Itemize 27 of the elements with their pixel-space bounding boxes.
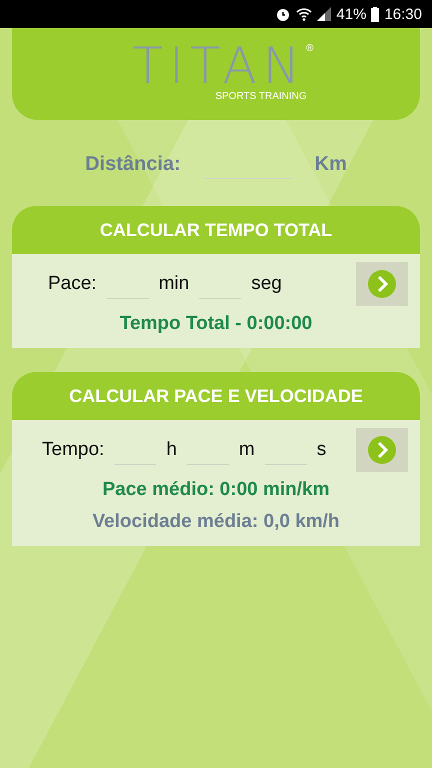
battery-percent: 41% xyxy=(336,6,366,22)
calculate-button[interactable] xyxy=(356,428,408,472)
input-label: Tempo: xyxy=(42,439,104,461)
registered-mark: ® xyxy=(306,42,314,54)
result-text: Velocidade média: 0,0 km/h xyxy=(92,510,340,534)
result-text: Pace médio: 0:00 min/km xyxy=(102,478,330,502)
distance-label: Distância: xyxy=(85,152,181,176)
unit-label: min xyxy=(158,273,190,295)
unit-label: s xyxy=(316,439,326,461)
chevron-right-icon xyxy=(368,436,396,464)
calculate-button[interactable] xyxy=(356,262,408,306)
result-text: Tempo Total - 0:00:00 xyxy=(120,312,312,336)
unit-label: h xyxy=(166,439,177,461)
wifi-icon xyxy=(296,6,312,22)
unit-label: seg xyxy=(251,273,282,295)
clock-time: 16:30 xyxy=(384,6,422,22)
card-title: CALCULAR TEMPO TOTAL xyxy=(12,206,420,254)
chevron-right-icon xyxy=(368,270,396,298)
battery-icon xyxy=(371,6,380,22)
alarm-icon xyxy=(275,6,292,22)
logo-title: TITAN xyxy=(132,42,306,88)
card-title: CALCULAR PACE E VELOCIDADE xyxy=(12,372,420,420)
unit-label: m xyxy=(238,439,255,461)
signal-icon xyxy=(317,7,332,21)
distance-unit: Km xyxy=(314,152,347,176)
input-label: Pace: xyxy=(48,273,97,295)
logo-tagline: SPORTS TRAINING xyxy=(215,90,307,102)
